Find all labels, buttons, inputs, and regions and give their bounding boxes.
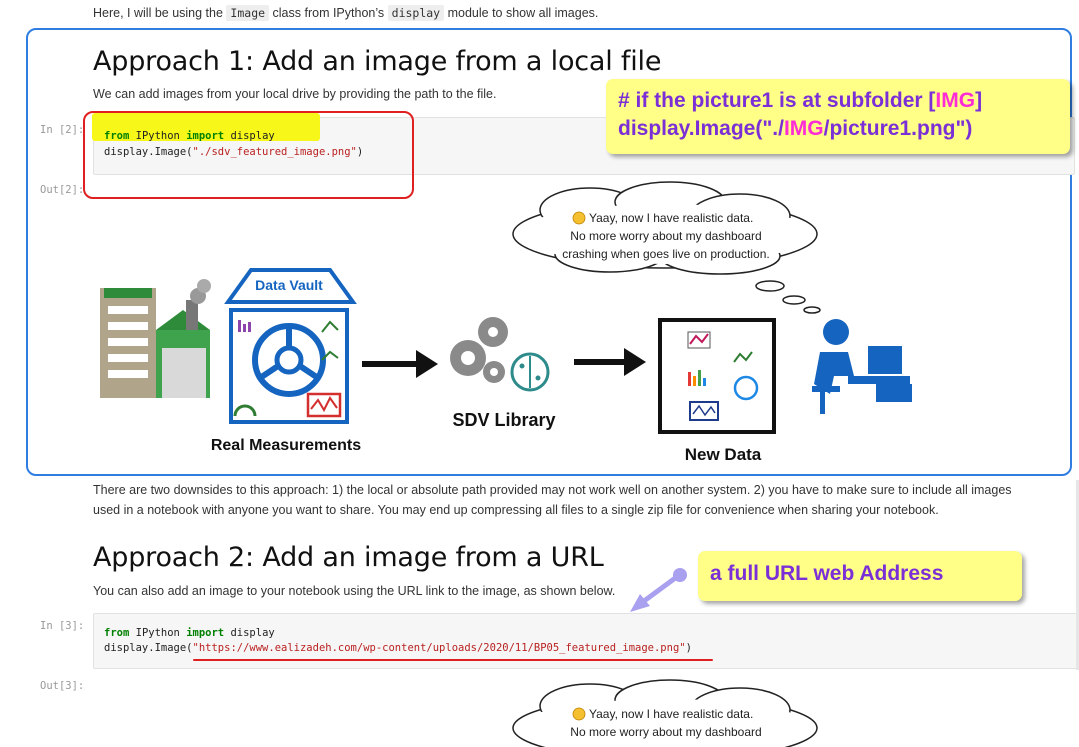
thought-line-1: Yaay, now I have realistic data. [589, 211, 753, 225]
arrow-right-icon [362, 350, 438, 378]
smile-emoji-icon-2 [572, 707, 586, 721]
callout-line1-prefix: # if the picture1 is at subfolder [ [618, 89, 936, 112]
person-at-desk-icon [812, 319, 912, 414]
callout-line1-suffix: ] [975, 89, 983, 112]
smile-emoji-icon [572, 211, 586, 225]
call-suffix-2: ) [685, 642, 692, 654]
keyword-import-2: import [186, 627, 225, 639]
arrow-right-icon-2 [574, 348, 646, 376]
in-prompt-3: In [3]: [40, 620, 85, 632]
sdv-diagram-image: Yaay, now I have realistic data. No more… [100, 181, 912, 464]
callout-line2-suffix: /picture1.png") [823, 117, 973, 140]
callout-line1-highlight: IMG [935, 89, 976, 112]
callout-line-1: # if the picture1 is at subfolder [IMG] [618, 89, 982, 113]
url-string: "https://www.ealizadeh.com/wp-content/up… [192, 642, 686, 654]
import-target-2: display [224, 627, 275, 639]
intro-after: module to show all images. [447, 6, 599, 20]
callout-line2-prefix: display.Image("./ [618, 117, 784, 140]
out-prompt-2: Out[2]: [40, 184, 85, 196]
real-measurements-label: Real Measurements [211, 437, 361, 454]
approach2-title: Approach 2: Add an image from a URL [93, 542, 604, 573]
intro-middle: class from IPython’s [272, 6, 385, 20]
approach1-description: We can add images from your local drive … [93, 87, 497, 101]
thought-line-2: No more worry about my dashboard [570, 229, 761, 243]
code-line-4: display.Image("https://www.ealizadeh.com… [104, 641, 692, 655]
approach2-description: You can also add an image to your notebo… [93, 584, 616, 598]
module-name-2: IPython [129, 627, 187, 639]
callout-line-2: display.Image("./IMG/picture1.png") [618, 117, 972, 141]
callout-pointer-arrow [630, 568, 687, 612]
intro-before: Here, I will be using the [93, 6, 223, 20]
callout-line2-highlight: IMG [783, 117, 824, 140]
keyword-from-2: from [104, 627, 130, 639]
callout-url-text: a full URL web Address [710, 562, 944, 585]
new-data-label: New Data [685, 445, 762, 464]
thought-line-3: crashing when goes live on production. [562, 247, 769, 261]
inline-code-image: Image [226, 5, 270, 21]
intro-text: Here, I will be using the Image class fr… [93, 5, 599, 21]
vault-label: Data Vault [255, 277, 323, 293]
approach1-title: Approach 1: Add an image from a local fi… [93, 46, 662, 77]
callout-url: a full URL web Address [698, 551, 1022, 601]
url-underline [193, 659, 713, 661]
sdv-diagram-image-2: Yaay, now I have realistic data. No more… [512, 679, 818, 747]
inline-code-display: display [387, 5, 445, 21]
call-prefix-2: display.Image( [104, 642, 193, 654]
brain-icon [510, 352, 550, 392]
factory-icon [100, 279, 211, 398]
code-line-3: from IPython import display [104, 626, 275, 640]
sdv-library-label: SDV Library [452, 410, 555, 430]
downsides-line-2: used in a notebook with anyone you want … [93, 503, 939, 517]
downsides-line-1: There are two downsides to this approach… [93, 483, 1012, 497]
in-prompt-2: In [2]: [40, 124, 85, 136]
new-data-box [658, 318, 776, 434]
gears-icon [450, 317, 508, 383]
thought2-line-1: Yaay, now I have realistic data. [589, 707, 753, 721]
callout-subfolder: # if the picture1 is at subfolder [IMG] … [606, 79, 1070, 154]
out-prompt-3: Out[3]: [40, 680, 85, 692]
thought2-line-2: No more worry about my dashboard [570, 725, 761, 739]
